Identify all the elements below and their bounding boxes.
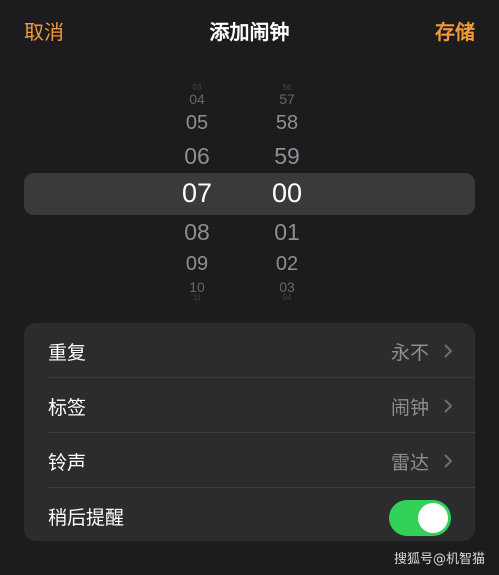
toggle-knob [418, 503, 448, 533]
watermark: 搜狐号@机智猫 [393, 552, 485, 567]
minute-option[interactable]: 59 [257, 142, 317, 170]
alarm-settings-group: 重复 永不 标签 闹钟 铃声 雷达 稍后提醒 [24, 323, 475, 541]
tag-label: 标签 [48, 397, 87, 419]
picker-selection-highlight [24, 173, 475, 215]
minute-option[interactable]: 58 [257, 111, 317, 135]
selected-hour[interactable]: 07 [167, 177, 227, 209]
chevron-right-icon [444, 344, 452, 358]
minute-option[interactable]: 04 [257, 293, 317, 303]
repeat-value: 永不 [390, 342, 429, 364]
page-title: 添加闹钟 [209, 20, 290, 44]
selected-minute[interactable]: 00 [257, 177, 317, 209]
sound-label: 铃声 [48, 452, 87, 474]
chevron-right-icon [444, 399, 452, 413]
tag-row[interactable]: 标签 闹钟 [24, 378, 475, 432]
hour-option[interactable]: 09 [167, 252, 227, 276]
minute-option[interactable]: 57 [257, 91, 317, 107]
hour-option[interactable]: 08 [167, 218, 227, 246]
minute-option[interactable]: 02 [257, 252, 317, 276]
minute-wheel[interactable]: 56 57 58 59 00 01 02 03 04 [257, 80, 317, 305]
hour-wheel[interactable]: 03 04 05 06 07 08 09 10 11 [167, 80, 227, 305]
sound-value: 雷达 [390, 452, 429, 474]
repeat-row[interactable]: 重复 永不 [24, 323, 475, 377]
hour-option[interactable]: 04 [167, 91, 227, 107]
snooze-toggle[interactable] [389, 500, 451, 536]
sound-row[interactable]: 铃声 雷达 [24, 433, 475, 487]
navigation-bar: 取消 添加闹钟 存储 [0, 0, 499, 60]
snooze-label: 稍后提醒 [48, 507, 125, 529]
save-button[interactable]: 存储 [435, 16, 475, 45]
tag-value: 闹钟 [390, 397, 429, 419]
hour-option[interactable]: 06 [167, 142, 227, 170]
snooze-row: 稍后提醒 [24, 488, 475, 541]
hour-option[interactable]: 11 [167, 293, 227, 303]
minute-option[interactable]: 01 [257, 218, 317, 246]
hour-option[interactable]: 05 [167, 111, 227, 135]
chevron-right-icon [444, 454, 452, 468]
time-picker[interactable]: 03 04 05 06 07 08 09 10 11 56 57 58 59 0… [0, 80, 499, 305]
repeat-label: 重复 [48, 342, 87, 364]
